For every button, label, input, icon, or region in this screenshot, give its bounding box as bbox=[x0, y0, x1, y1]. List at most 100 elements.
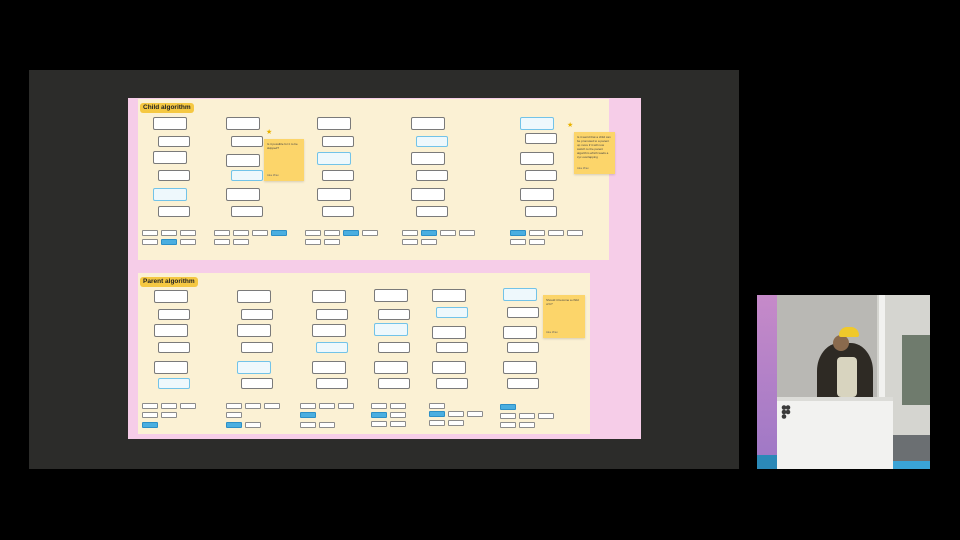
layer-chip[interactable] bbox=[161, 230, 177, 236]
frame-node[interactable] bbox=[520, 188, 554, 201]
frame-node[interactable] bbox=[153, 117, 187, 130]
layer-chip[interactable] bbox=[390, 421, 406, 427]
frame-node[interactable] bbox=[158, 342, 190, 353]
frame-node[interactable] bbox=[231, 136, 263, 147]
frame-node[interactable] bbox=[374, 361, 408, 374]
layer-chip[interactable] bbox=[180, 403, 196, 409]
frame-node[interactable] bbox=[432, 289, 466, 302]
layer-chip[interactable] bbox=[226, 403, 242, 409]
frame-node[interactable] bbox=[374, 323, 408, 336]
frame-node[interactable] bbox=[158, 170, 190, 181]
frame-node[interactable] bbox=[416, 136, 448, 147]
sticky-note[interactable]: Is it possible for it to be skipped? Jak… bbox=[264, 139, 304, 181]
layer-chip[interactable] bbox=[510, 239, 526, 245]
frame-node[interactable] bbox=[153, 151, 187, 164]
layer-chip[interactable] bbox=[529, 239, 545, 245]
layer-chip[interactable] bbox=[324, 230, 340, 236]
layer-chip-selected[interactable] bbox=[500, 404, 516, 410]
frame-node[interactable] bbox=[436, 378, 468, 389]
frame-node[interactable] bbox=[322, 206, 354, 217]
layer-chip[interactable] bbox=[429, 403, 445, 409]
layer-chip[interactable] bbox=[529, 230, 545, 236]
frame-node[interactable] bbox=[241, 378, 273, 389]
layer-chip[interactable] bbox=[300, 403, 316, 409]
frame-node[interactable] bbox=[226, 117, 260, 130]
layer-chip[interactable] bbox=[161, 403, 177, 409]
frame-node[interactable] bbox=[436, 342, 468, 353]
frame-node[interactable] bbox=[158, 378, 190, 389]
frame-node[interactable] bbox=[237, 324, 271, 337]
frame-node[interactable] bbox=[378, 309, 410, 320]
layer-chip[interactable] bbox=[161, 412, 177, 418]
frame-node[interactable] bbox=[316, 342, 348, 353]
layer-chip[interactable] bbox=[142, 239, 158, 245]
frame-node[interactable] bbox=[317, 188, 351, 201]
layer-chip[interactable] bbox=[440, 230, 456, 236]
frame-node[interactable] bbox=[158, 309, 190, 320]
frame-node[interactable] bbox=[520, 152, 554, 165]
frame-node[interactable] bbox=[525, 133, 557, 144]
frame-node[interactable] bbox=[507, 342, 539, 353]
layer-chip[interactable] bbox=[319, 403, 335, 409]
layer-chip[interactable] bbox=[324, 239, 340, 245]
frame-node[interactable] bbox=[416, 206, 448, 217]
layer-chip[interactable] bbox=[448, 411, 464, 417]
layer-chip[interactable] bbox=[245, 422, 261, 428]
frame-node[interactable] bbox=[241, 342, 273, 353]
frame-node[interactable] bbox=[432, 326, 466, 339]
layer-chip[interactable] bbox=[338, 403, 354, 409]
frame-node[interactable] bbox=[241, 309, 273, 320]
layer-chip[interactable] bbox=[538, 413, 554, 419]
frame-node[interactable] bbox=[154, 324, 188, 337]
layer-chip[interactable] bbox=[371, 421, 387, 427]
frame-node[interactable] bbox=[416, 170, 448, 181]
layer-chip-selected[interactable] bbox=[226, 422, 242, 428]
frame-node[interactable] bbox=[503, 326, 537, 339]
layer-chip[interactable] bbox=[264, 403, 280, 409]
layer-chip[interactable] bbox=[319, 422, 335, 428]
layer-chip[interactable] bbox=[402, 230, 418, 236]
layer-chip[interactable] bbox=[142, 412, 158, 418]
frame-node[interactable] bbox=[411, 117, 445, 130]
frame-node[interactable] bbox=[312, 324, 346, 337]
layer-chip[interactable] bbox=[252, 230, 268, 236]
frame-node[interactable] bbox=[411, 152, 445, 165]
layer-chip-selected[interactable] bbox=[343, 230, 359, 236]
frame-node[interactable] bbox=[432, 361, 466, 374]
frame-node[interactable] bbox=[316, 309, 348, 320]
frame-node[interactable] bbox=[154, 361, 188, 374]
layer-chip-selected[interactable] bbox=[271, 230, 287, 236]
layer-chip[interactable] bbox=[362, 230, 378, 236]
frame-node[interactable] bbox=[237, 361, 271, 374]
layer-chip[interactable] bbox=[142, 230, 158, 236]
layer-chip[interactable] bbox=[390, 412, 406, 418]
layer-chip[interactable] bbox=[459, 230, 475, 236]
frame-node[interactable] bbox=[231, 170, 263, 181]
frame-node[interactable] bbox=[158, 206, 190, 217]
frame-node[interactable] bbox=[317, 117, 351, 130]
layer-chip[interactable] bbox=[233, 239, 249, 245]
frame-node[interactable] bbox=[154, 290, 188, 303]
layer-chip[interactable] bbox=[214, 239, 230, 245]
layer-chip[interactable] bbox=[467, 411, 483, 417]
layer-chip[interactable] bbox=[300, 422, 316, 428]
frame-node[interactable] bbox=[226, 154, 260, 167]
layer-chip-selected[interactable] bbox=[371, 412, 387, 418]
frame-node[interactable] bbox=[503, 361, 537, 374]
frame-node[interactable] bbox=[226, 188, 260, 201]
frame-node[interactable] bbox=[411, 188, 445, 201]
frame-node[interactable] bbox=[507, 307, 539, 318]
frame-node[interactable] bbox=[237, 290, 271, 303]
frame-node[interactable] bbox=[312, 290, 346, 303]
layer-chip[interactable] bbox=[519, 413, 535, 419]
frame-node[interactable] bbox=[374, 289, 408, 302]
layer-chip-selected[interactable] bbox=[300, 412, 316, 418]
frame-node[interactable] bbox=[322, 136, 354, 147]
layer-chip[interactable] bbox=[142, 403, 158, 409]
layer-chip[interactable] bbox=[500, 422, 516, 428]
layer-chip[interactable] bbox=[402, 239, 418, 245]
layer-chip-selected[interactable] bbox=[161, 239, 177, 245]
layer-chip[interactable] bbox=[226, 412, 242, 418]
frame-node[interactable] bbox=[317, 152, 351, 165]
layer-chip[interactable] bbox=[548, 230, 564, 236]
